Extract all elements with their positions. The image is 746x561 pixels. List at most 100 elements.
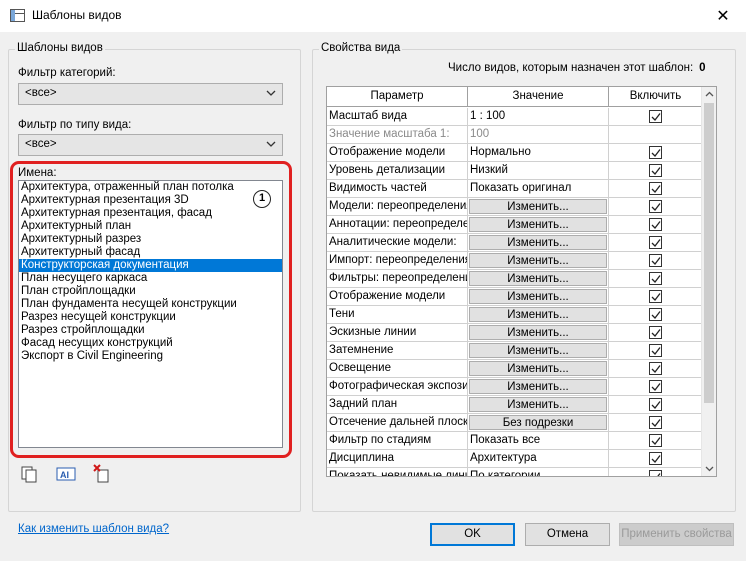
checkmark-icon	[651, 455, 661, 463]
include-checkbox[interactable]	[649, 326, 662, 339]
count-value: 0	[699, 62, 706, 74]
param-cell: Фотографическая экспозиция	[327, 378, 468, 396]
include-checkbox[interactable]	[649, 452, 662, 465]
include-cell	[609, 414, 703, 432]
column-header-param[interactable]: Параметр	[327, 87, 468, 107]
cancel-button[interactable]: Отмена	[525, 523, 610, 546]
param-cell: Импорт: переопределения	[327, 252, 468, 270]
scroll-down-icon[interactable]	[705, 464, 714, 473]
value-cell[interactable]: Показать все	[468, 432, 609, 450]
param-cell: Отображение модели	[327, 144, 468, 162]
include-checkbox[interactable]	[649, 236, 662, 249]
include-cell	[609, 162, 703, 180]
include-checkbox[interactable]	[649, 146, 662, 159]
edit-button[interactable]: Изменить...	[469, 379, 607, 394]
checkmark-icon	[651, 383, 661, 391]
category-filter-value: <все>	[25, 87, 57, 99]
include-cell	[609, 306, 703, 324]
chevron-down-icon	[266, 141, 276, 147]
value-cell: Изменить...	[468, 270, 609, 288]
table-row: Масштаб вида 1 : 100	[327, 108, 703, 126]
rename-icon[interactable]: AI	[56, 464, 76, 484]
include-cell	[609, 216, 703, 234]
include-checkbox[interactable]	[649, 182, 662, 195]
include-checkbox[interactable]	[649, 200, 662, 213]
include-checkbox[interactable]	[649, 272, 662, 285]
help-link[interactable]: Как изменить шаблон вида?	[18, 523, 169, 535]
include-checkbox[interactable]	[649, 164, 662, 177]
include-checkbox[interactable]	[649, 434, 662, 447]
include-cell	[609, 360, 703, 378]
app-icon	[10, 9, 25, 22]
edit-button[interactable]: Изменить...	[469, 361, 607, 376]
include-checkbox[interactable]	[649, 110, 662, 123]
svg-text:AI: AI	[60, 470, 69, 480]
table-header: Параметр Значение Включить	[327, 87, 703, 107]
value-cell[interactable]: Показать оригинал	[468, 180, 609, 198]
ok-button[interactable]: OK	[430, 523, 515, 546]
edit-button[interactable]: Изменить...	[469, 235, 607, 250]
value-cell[interactable]: По категории	[468, 468, 609, 476]
table-row: Отображение модели Изменить...	[327, 288, 703, 306]
param-cell: Показать невидимые линии	[327, 468, 468, 476]
edit-button[interactable]: Изменить...	[469, 343, 607, 358]
include-checkbox[interactable]	[649, 218, 662, 231]
checkmark-icon	[651, 293, 661, 301]
table-row: Уровень детализации Низкий	[327, 162, 703, 180]
param-cell: Масштаб вида	[327, 108, 468, 126]
include-checkbox[interactable]	[649, 416, 662, 429]
view-type-filter-select[interactable]: <все>	[18, 134, 283, 156]
include-checkbox[interactable]	[649, 308, 662, 321]
edit-button[interactable]: Изменить...	[469, 253, 607, 268]
include-checkbox[interactable]	[649, 254, 662, 267]
include-checkbox[interactable]	[649, 344, 662, 357]
table-row: Значение масштаба 1: 100	[327, 126, 703, 144]
param-cell: Аналитические модели:	[327, 234, 468, 252]
apply-button[interactable]: Применить свойства	[619, 523, 734, 546]
checkmark-icon	[651, 347, 661, 355]
close-icon[interactable]: ✕	[700, 0, 746, 32]
edit-button[interactable]: Без подрезки	[469, 415, 607, 430]
edit-button[interactable]: Изменить...	[469, 397, 607, 412]
include-cell	[609, 324, 703, 342]
value-cell[interactable]: Нормально	[468, 144, 609, 162]
edit-button[interactable]: Изменить...	[469, 325, 607, 340]
column-header-value[interactable]: Значение	[468, 87, 609, 107]
edit-button[interactable]: Изменить...	[469, 217, 607, 232]
edit-button[interactable]: Изменить...	[469, 289, 607, 304]
checkmark-icon	[651, 239, 661, 247]
include-checkbox[interactable]	[649, 362, 662, 375]
include-cell	[609, 252, 703, 270]
include-checkbox[interactable]	[649, 398, 662, 411]
edit-button[interactable]: Изменить...	[469, 199, 607, 214]
value-cell[interactable]: Архитектура	[468, 450, 609, 468]
table-row: Импорт: переопределения Изменить...	[327, 252, 703, 270]
value-cell: Изменить...	[468, 378, 609, 396]
include-checkbox[interactable]	[649, 470, 662, 476]
duplicate-icon[interactable]	[20, 464, 40, 484]
window-title: Шаблоны видов	[32, 8, 122, 22]
value-cell[interactable]: 1 : 100	[468, 108, 609, 126]
include-checkbox[interactable]	[649, 290, 662, 303]
checkmark-icon	[657, 473, 661, 476]
scroll-up-icon[interactable]	[705, 90, 714, 99]
delete-icon[interactable]	[92, 464, 112, 484]
param-cell: Фильтры: переопределения	[327, 270, 468, 288]
include-checkbox[interactable]	[649, 380, 662, 393]
edit-button[interactable]: Изменить...	[469, 271, 607, 286]
table-body: Масштаб вида 1 : 100 Значение масштаба 1: 1…	[327, 108, 703, 476]
param-cell: Аннотации: переопределения	[327, 216, 468, 234]
scrollbar-thumb[interactable]	[704, 103, 714, 403]
value-cell[interactable]: Низкий	[468, 162, 609, 180]
table-row: Отсечение дальней плоскостиБез подрезки	[327, 414, 703, 432]
view-properties-legend: Свойства вида	[319, 42, 403, 54]
edit-button[interactable]: Изменить...	[469, 307, 607, 322]
column-header-include[interactable]: Включить	[609, 87, 703, 107]
include-cell	[609, 396, 703, 414]
vertical-scrollbar[interactable]	[701, 87, 716, 476]
include-cell	[609, 270, 703, 288]
count-label: Число видов, которым назначен этот шабло…	[448, 62, 694, 74]
param-cell: Задний план	[327, 396, 468, 414]
category-filter-select[interactable]: <все>	[18, 83, 283, 105]
category-filter-label: Фильтр категорий:	[18, 67, 116, 79]
